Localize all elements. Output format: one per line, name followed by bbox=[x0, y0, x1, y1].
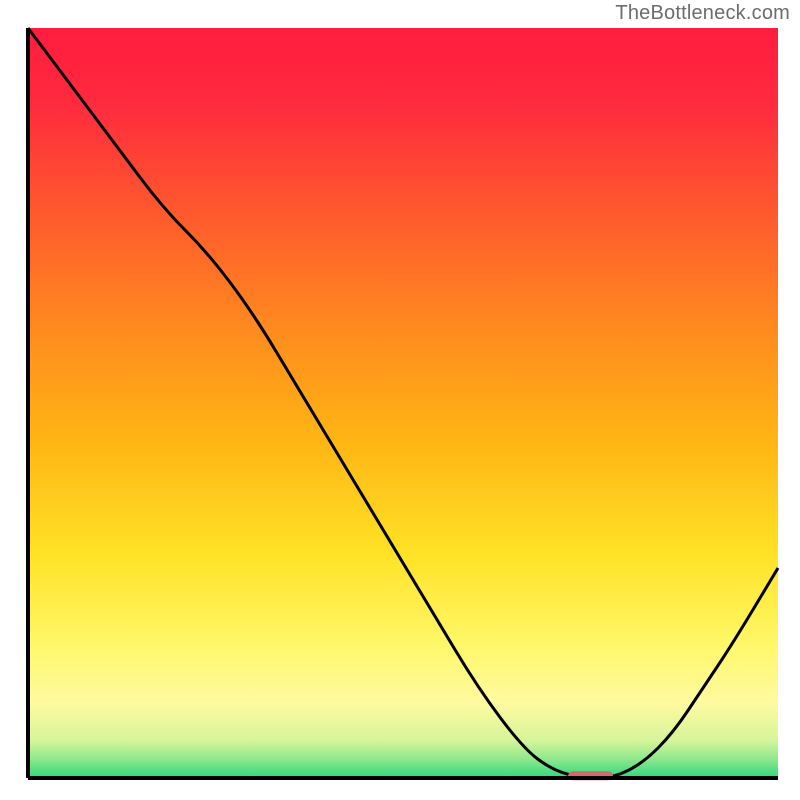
watermark-text: TheBottleneck.com bbox=[615, 2, 790, 25]
chart-svg bbox=[0, 0, 800, 800]
plot-background bbox=[28, 28, 778, 778]
chart-stage: TheBottleneck.com bbox=[0, 0, 800, 800]
